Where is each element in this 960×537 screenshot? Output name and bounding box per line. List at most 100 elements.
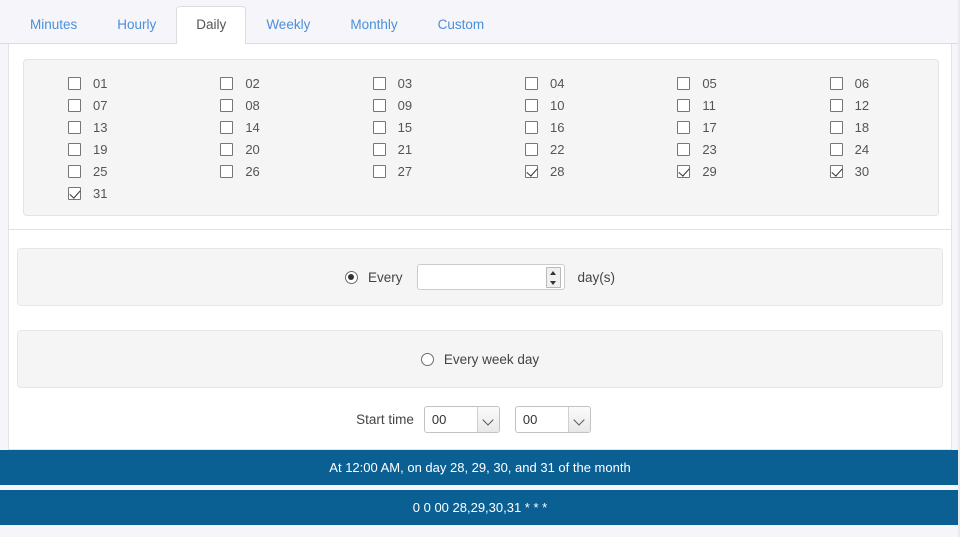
day-checkbox-14[interactable] <box>220 120 234 134</box>
spinner-buttons[interactable] <box>545 267 561 288</box>
day-cell-28[interactable]: 28 <box>481 160 633 182</box>
day-cell-09[interactable]: 09 <box>329 94 481 116</box>
day-checkbox-26[interactable] <box>220 164 234 178</box>
day-cell-25[interactable]: 25 <box>24 160 176 182</box>
day-checkbox-07[interactable] <box>68 98 81 112</box>
day-cell-26[interactable]: 26 <box>176 160 328 182</box>
day-label: 21 <box>397 141 413 157</box>
day-checkbox-01[interactable] <box>68 76 81 90</box>
every-week-day-radio[interactable] <box>420 352 434 366</box>
day-checkbox-11[interactable] <box>677 98 691 112</box>
every-n-days-radio[interactable] <box>344 270 358 284</box>
cron-schedule-builder: Minutes Hourly Daily Weekly Monthly Custom 01… <box>0 0 960 537</box>
day-label: 28 <box>549 163 565 179</box>
chevron-down-icon[interactable] <box>567 407 590 432</box>
day-checkbox-18[interactable] <box>829 120 843 134</box>
day-cell-11[interactable]: 11 <box>633 94 785 116</box>
day-checkbox-19[interactable] <box>68 142 81 156</box>
day-cell-29[interactable]: 29 <box>633 160 785 182</box>
day-label: 26 <box>245 163 260 179</box>
start-time-row: Start time 00 00 <box>9 406 953 433</box>
day-checkbox-09[interactable] <box>372 98 386 112</box>
day-cell-16[interactable]: 16 <box>481 116 633 138</box>
day-checkbox-05[interactable] <box>677 76 691 90</box>
day-cell-31[interactable]: 31 <box>24 182 176 204</box>
day-checkbox-29[interactable] <box>677 164 691 178</box>
day-label: 25 <box>93 163 108 179</box>
spinner-decrement-icon[interactable] <box>547 278 560 288</box>
day-cell-05[interactable]: 05 <box>633 72 785 94</box>
day-checkbox-16[interactable] <box>524 120 538 134</box>
day-cell-07[interactable]: 07 <box>24 94 176 116</box>
day-checkbox-15[interactable] <box>372 120 386 134</box>
day-checkbox-10[interactable] <box>524 98 538 112</box>
day-checkbox-17[interactable] <box>677 120 691 134</box>
day-checkbox-06[interactable] <box>829 76 843 90</box>
day-cell-17[interactable]: 17 <box>633 116 785 138</box>
day-checkbox-31[interactable] <box>68 186 81 200</box>
tab-weekly[interactable]: Weekly <box>246 6 330 43</box>
recurrence-options-panel: Every day(s) Every week day Start time 0… <box>8 230 952 450</box>
day-grid-row: 07 08 09 10 11 12 <box>24 94 938 116</box>
day-cell-20[interactable]: 20 <box>176 138 328 160</box>
start-time-label: Start time <box>356 412 414 427</box>
day-checkbox-25[interactable] <box>68 164 81 178</box>
day-cell-21[interactable]: 21 <box>329 138 481 160</box>
day-checkbox-12[interactable] <box>829 98 843 112</box>
day-cell-01[interactable]: 01 <box>24 72 176 94</box>
day-label: 16 <box>549 119 565 135</box>
day-checkbox-27[interactable] <box>372 164 386 178</box>
day-checkbox-23[interactable] <box>677 142 691 156</box>
day-cell-08[interactable]: 08 <box>176 94 328 116</box>
day-checkbox-21[interactable] <box>372 142 386 156</box>
day-grid-row: 01 02 03 04 05 06 <box>24 72 938 94</box>
tab-hourly[interactable]: Hourly <box>97 6 176 43</box>
day-checkbox-03[interactable] <box>372 76 386 90</box>
tab-custom[interactable]: Custom <box>418 6 505 43</box>
start-hour-select[interactable]: 00 <box>423 406 500 433</box>
tab-daily[interactable]: Daily <box>176 6 247 44</box>
day-checkbox-30[interactable] <box>829 164 843 178</box>
start-minute-select[interactable]: 00 <box>514 406 591 433</box>
day-cell-27[interactable]: 27 <box>329 160 481 182</box>
day-grid-row: 31 <box>24 182 938 204</box>
schedule-description-banner: At 12:00 AM, on day 28, 29, 30, and 31 o… <box>0 450 960 485</box>
every-week-day-option[interactable]: Every week day <box>17 330 943 388</box>
day-checkbox-04[interactable] <box>524 76 538 90</box>
day-interval-spinner[interactable] <box>416 264 565 290</box>
day-label: 04 <box>549 75 565 91</box>
day-cell-18[interactable]: 18 <box>786 116 938 138</box>
every-label: Every <box>367 269 403 285</box>
day-cell-23[interactable]: 23 <box>633 138 785 160</box>
day-checkbox-08[interactable] <box>220 98 234 112</box>
every-n-days-option[interactable]: Every day(s) <box>17 248 943 306</box>
day-cell-22[interactable]: 22 <box>481 138 633 160</box>
day-cell-24[interactable]: 24 <box>786 138 938 160</box>
spinner-increment-icon[interactable] <box>547 268 560 278</box>
day-checkbox-28[interactable] <box>524 164 538 178</box>
day-checkbox-24[interactable] <box>829 142 843 156</box>
day-checkbox-grid: 01 02 03 04 05 06 07 08 09 10 11 12 13 14 15 16 17 18 19 20… <box>23 59 939 216</box>
day-cell-12[interactable]: 12 <box>786 94 938 116</box>
day-cell-06[interactable]: 06 <box>786 72 938 94</box>
day-checkbox-13[interactable] <box>68 120 81 134</box>
day-cell-04[interactable]: 04 <box>481 72 633 94</box>
day-cell-13[interactable]: 13 <box>24 116 176 138</box>
day-cell-03[interactable]: 03 <box>329 72 481 94</box>
day-interval-input[interactable] <box>417 266 538 288</box>
day-cell-10[interactable]: 10 <box>481 94 633 116</box>
day-cell-15[interactable]: 15 <box>329 116 481 138</box>
day-checkbox-02[interactable] <box>220 76 234 90</box>
day-checkbox-20[interactable] <box>220 142 234 156</box>
day-cell-02[interactable]: 02 <box>176 72 328 94</box>
tab-monthly[interactable]: Monthly <box>330 6 417 43</box>
chevron-down-icon[interactable] <box>476 407 499 432</box>
day-cell-19[interactable]: 19 <box>24 138 176 160</box>
day-label: 13 <box>93 119 108 135</box>
day-checkbox-22[interactable] <box>524 142 538 156</box>
day-cell-14[interactable]: 14 <box>176 116 328 138</box>
day-cell-30[interactable]: 30 <box>786 160 938 182</box>
day-label: 29 <box>702 163 717 179</box>
tab-minutes[interactable]: Minutes <box>10 6 97 43</box>
every-week-day-label: Every week day <box>443 351 540 367</box>
